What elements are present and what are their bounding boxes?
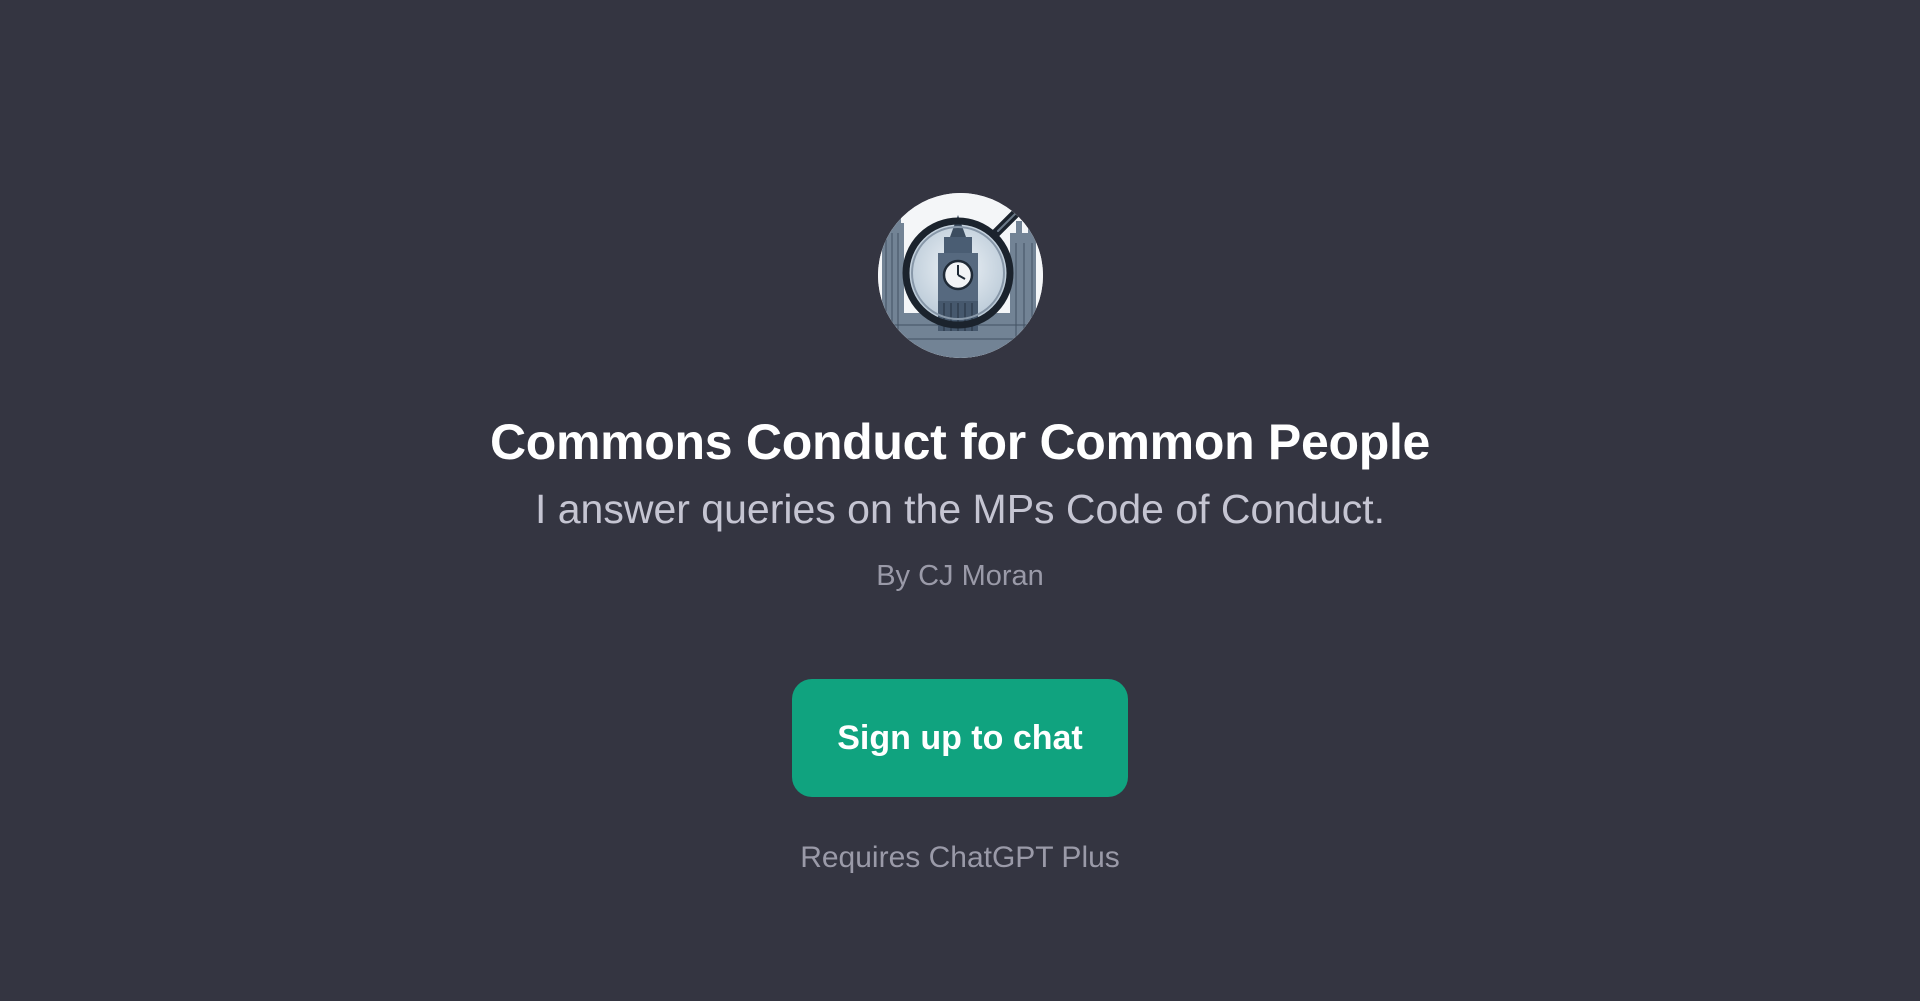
sign-up-to-chat-button[interactable]: Sign up to chat <box>792 679 1128 797</box>
gpt-description: I answer queries on the MPs Code of Cond… <box>534 486 1386 532</box>
gpt-landing-page: Commons Conduct for Common People I answ… <box>0 0 1920 1001</box>
gpt-avatar <box>878 193 1043 358</box>
gpt-title: Commons Conduct for Common People <box>489 414 1431 470</box>
gpt-author: By CJ Moran <box>876 560 1044 592</box>
big-ben-magnifying-glass-icon <box>878 193 1043 358</box>
plus-requirement-note: Requires ChatGPT Plus <box>800 841 1120 874</box>
